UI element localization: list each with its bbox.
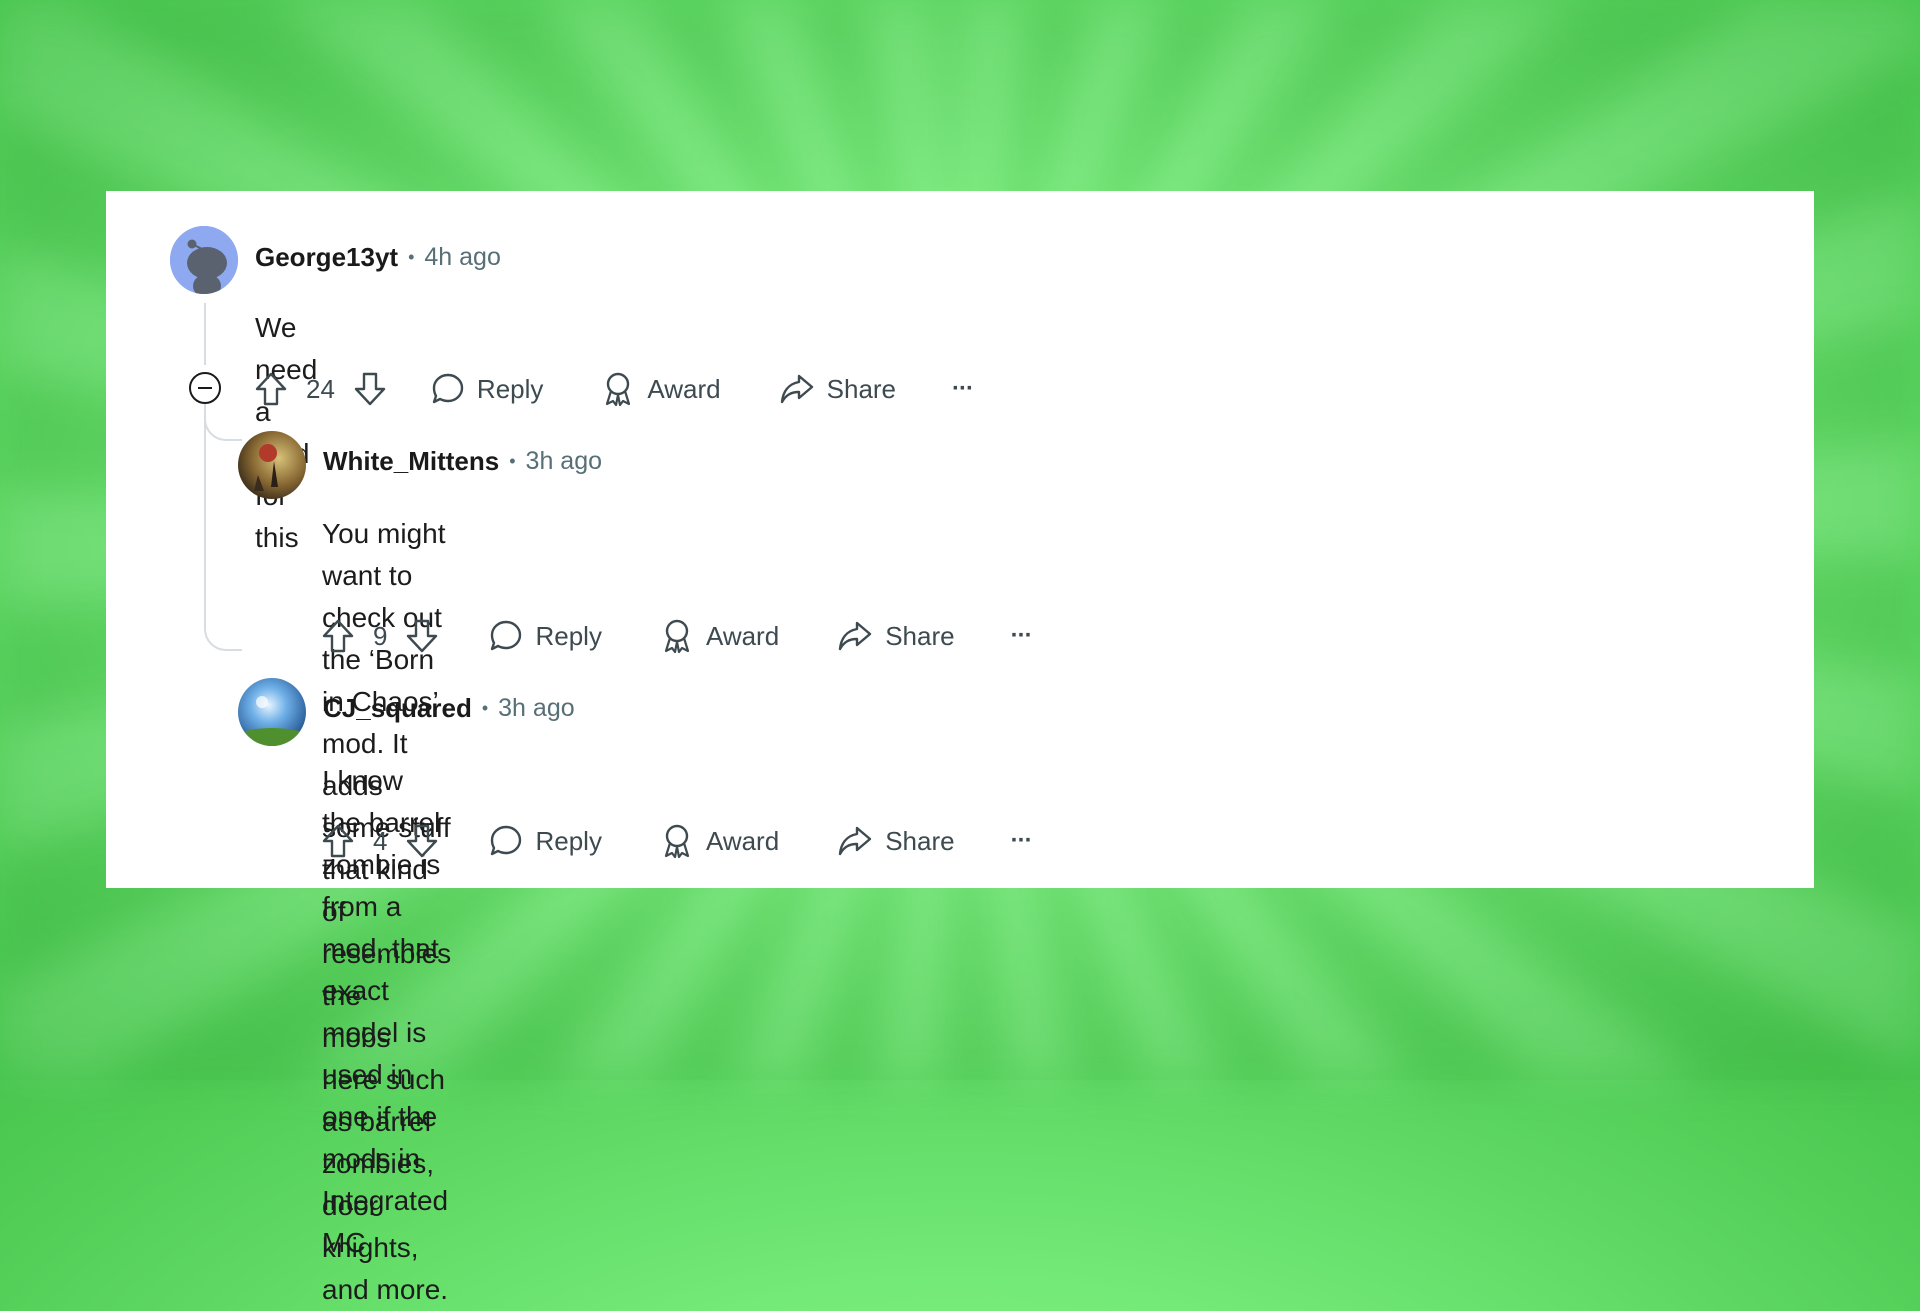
- collapse-thread-button[interactable]: [189, 372, 221, 404]
- more-icon: ···: [1010, 827, 1033, 854]
- comment-actions: 24 Reply Award Share ···: [254, 369, 974, 409]
- share-button[interactable]: Share: [779, 372, 896, 406]
- share-button[interactable]: Share: [837, 619, 955, 653]
- user-avatar-image: [238, 431, 306, 499]
- timestamp[interactable]: 4h ago: [424, 243, 500, 272]
- downvote-icon: [407, 824, 438, 858]
- comment-thread-card: George13yt • 4h ago We need a mod for th…: [106, 191, 1814, 1305]
- avatar[interactable]: [170, 226, 238, 294]
- more-icon: ···: [952, 375, 974, 402]
- reply-icon: [432, 373, 464, 404]
- reply-icon: [491, 825, 522, 856]
- upvote-icon: [322, 824, 354, 858]
- share-label: Share: [885, 825, 955, 856]
- reply-button[interactable]: Reply: [431, 372, 543, 406]
- downvote-icon: [407, 619, 438, 653]
- downvote-button[interactable]: [405, 823, 439, 859]
- meta-separator: •: [481, 698, 489, 718]
- more-options-button[interactable]: ···: [1010, 622, 1033, 650]
- vote-count: 9: [373, 620, 388, 651]
- username[interactable]: George13yt: [255, 242, 398, 273]
- thread-line-main: [204, 303, 206, 365]
- reply-label: Reply: [476, 373, 544, 404]
- downvote-button[interactable]: [353, 371, 387, 407]
- upvote-button[interactable]: [321, 823, 355, 859]
- avatar[interactable]: [238, 431, 306, 499]
- downvote-button[interactable]: [405, 618, 439, 654]
- timestamp[interactable]: 3h ago: [526, 447, 602, 476]
- reply-icon: [491, 620, 522, 651]
- share-button[interactable]: Share: [837, 824, 955, 858]
- upvote-icon: [322, 619, 354, 653]
- upvote-icon: [255, 372, 287, 406]
- downvote-icon: [354, 372, 386, 406]
- award-icon: [664, 824, 690, 859]
- avatar[interactable]: [238, 678, 306, 746]
- username[interactable]: White_Mittens: [323, 446, 499, 477]
- timestamp[interactable]: 3h ago: [498, 694, 574, 723]
- share-label: Share: [826, 373, 897, 404]
- more-icon: ···: [1010, 622, 1033, 649]
- comment-actions: 4 Reply Award Share ···: [321, 821, 1033, 861]
- share-icon: [838, 621, 872, 651]
- vote-count: 24: [306, 373, 335, 404]
- upvote-button[interactable]: [254, 371, 288, 407]
- thread-connector-1: [204, 401, 242, 441]
- meta-separator: •: [408, 247, 415, 267]
- username[interactable]: CJ_squared: [323, 693, 472, 724]
- share-icon: [780, 374, 813, 404]
- meta-separator: •: [509, 451, 516, 471]
- award-button[interactable]: Award: [660, 823, 779, 859]
- thread-connector-2: [204, 611, 242, 651]
- award-label: Award: [705, 825, 780, 856]
- reply-button[interactable]: Reply: [489, 824, 602, 858]
- upvote-button[interactable]: [321, 618, 355, 654]
- comment-actions: 9 Reply Award Share ···: [321, 616, 1033, 656]
- snoo-avatar-icon: [170, 226, 238, 294]
- more-options-button[interactable]: ···: [952, 375, 974, 403]
- user-avatar-image: [238, 678, 306, 746]
- reply-button[interactable]: Reply: [489, 619, 602, 653]
- award-icon: [606, 372, 631, 407]
- award-button[interactable]: Award: [601, 371, 721, 407]
- share-icon: [838, 826, 872, 856]
- share-label: Share: [885, 620, 955, 651]
- award-icon: [664, 619, 690, 654]
- vote-count: 4: [373, 825, 388, 856]
- award-button[interactable]: Award: [660, 618, 779, 654]
- more-options-button[interactable]: ···: [1010, 827, 1033, 855]
- reply-label: Reply: [535, 620, 602, 651]
- reply-label: Reply: [535, 825, 602, 856]
- award-label: Award: [705, 620, 780, 651]
- thread-line-children: [204, 401, 206, 611]
- award-label: Award: [647, 373, 721, 404]
